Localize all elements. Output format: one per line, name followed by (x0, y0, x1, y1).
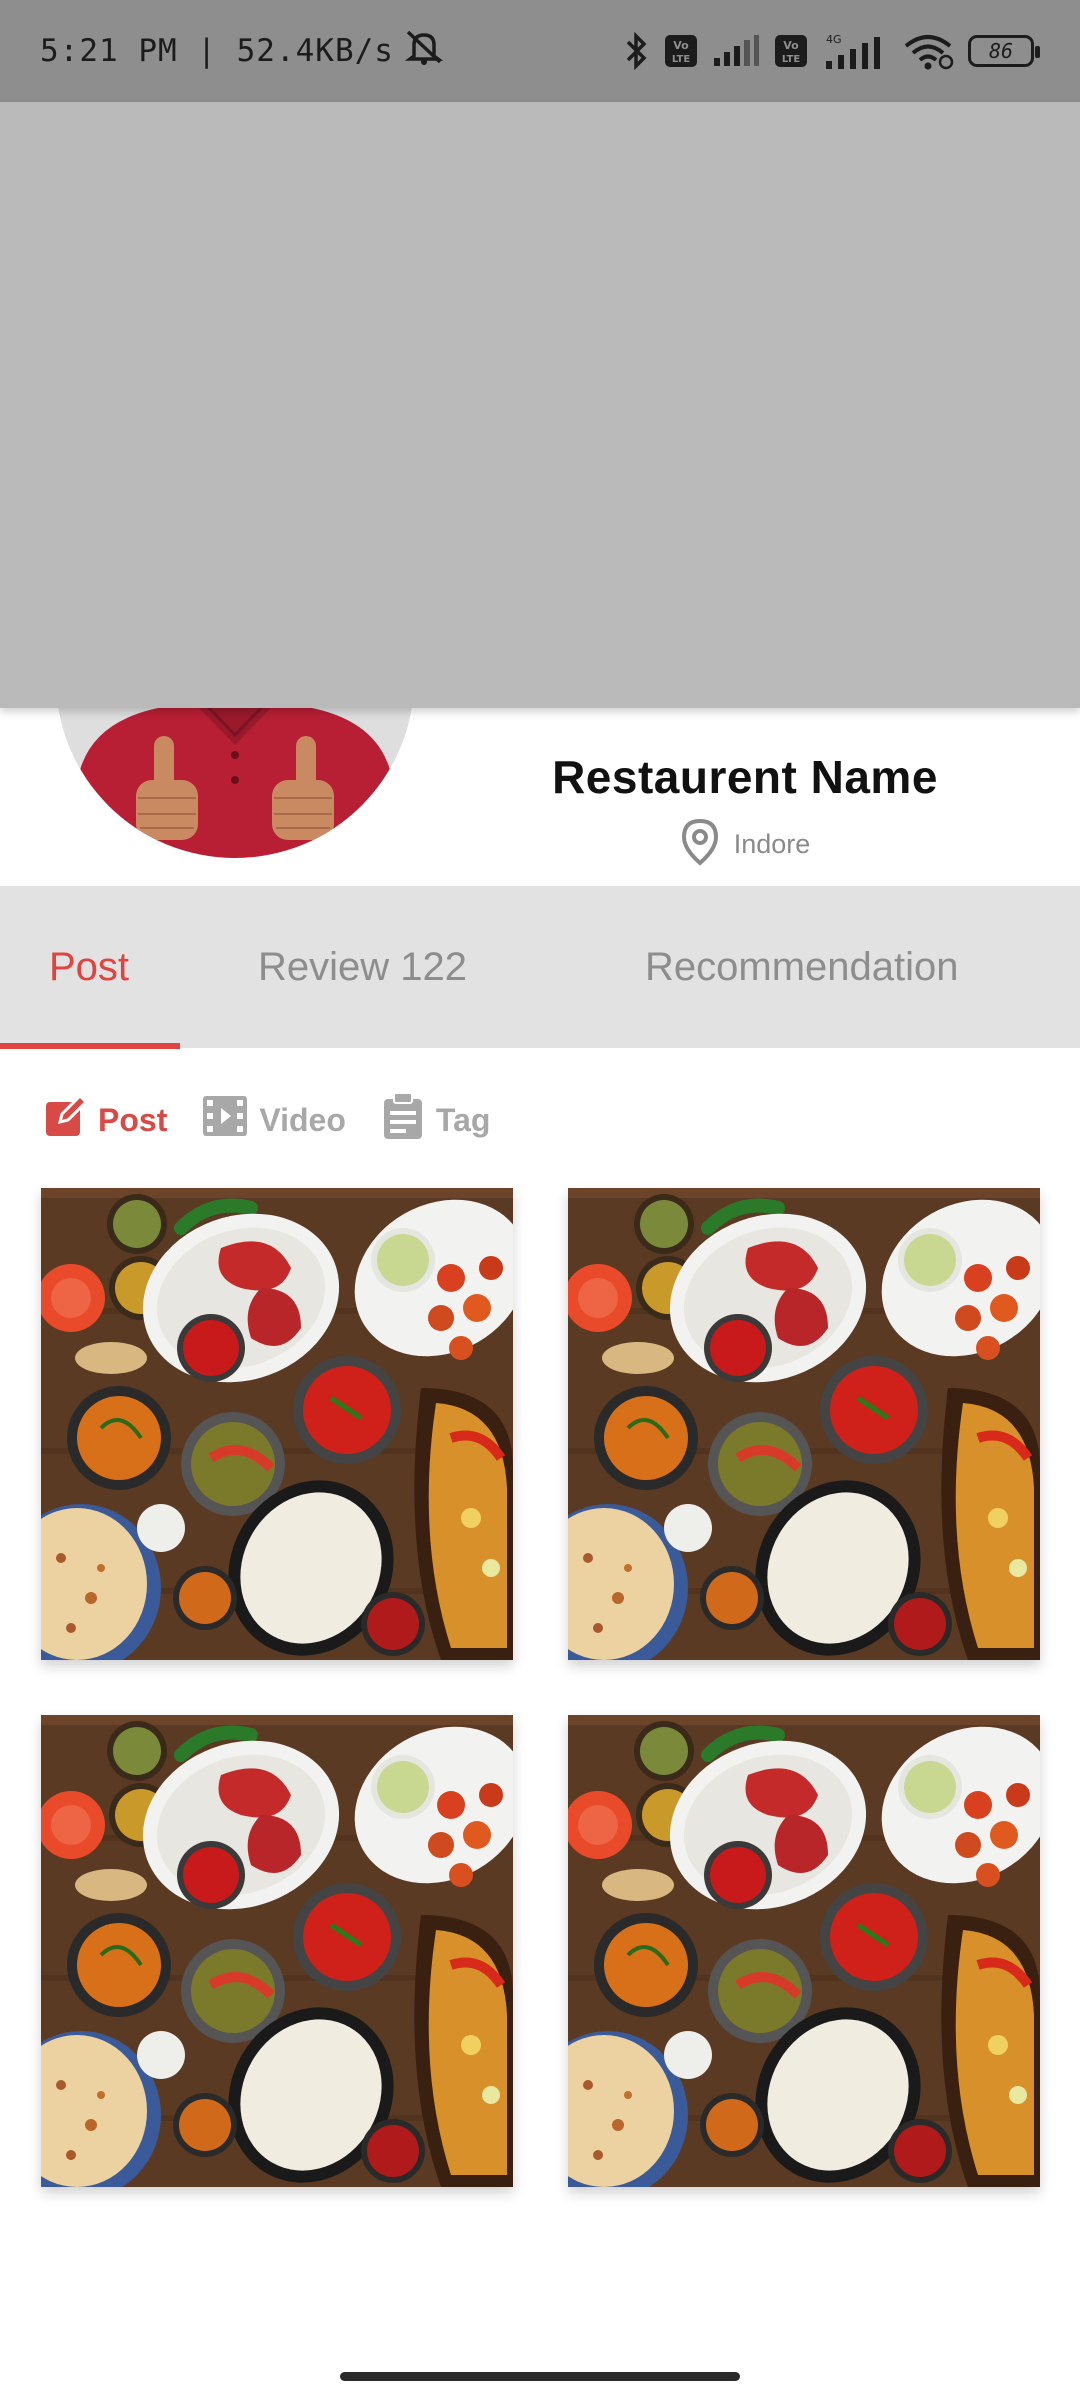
filter-tag-label: Tag (435, 1101, 491, 1138)
signal-4g-icon: 4G (822, 31, 888, 71)
location-row: Indore (500, 818, 990, 871)
post-thumbnail[interactable] (41, 1715, 513, 2187)
mute-icon (404, 28, 444, 74)
post-thumbnail[interactable] (568, 1715, 1040, 2187)
status-right: Vo LTE Vo LTE 4G 86 (622, 31, 1040, 71)
filter-tag[interactable]: Tag (380, 1091, 491, 1149)
filter-video-label: Video (259, 1101, 346, 1138)
svg-text:LTE: LTE (672, 54, 691, 65)
status-time-speed: 5:21 PM | 52.4KB/s (40, 33, 394, 69)
filter-video[interactable]: Video (201, 1094, 346, 1146)
edit-icon (44, 1093, 89, 1146)
status-bar: 5:21 PM | 52.4KB/s Vo LTE Vo LTE 4G 86 (0, 0, 1080, 102)
tab-post[interactable]: Post (49, 886, 129, 1048)
restaurant-name: Restaurent Name (552, 751, 938, 803)
tab-indicator (0, 1043, 180, 1049)
volte-icon-2: Vo LTE (774, 34, 808, 68)
cover-photo[interactable] (0, 102, 1080, 708)
status-left: 5:21 PM | 52.4KB/s (40, 28, 444, 74)
wifi-icon (902, 32, 954, 70)
note-icon (380, 1091, 426, 1149)
location-pin-icon (680, 818, 720, 871)
svg-text:Vo: Vo (673, 39, 689, 52)
post-thumbnail[interactable] (568, 1188, 1040, 1660)
battery-level: 86 (988, 39, 1014, 63)
tab-recommendation[interactable]: Recommendation (645, 886, 959, 1048)
film-icon (201, 1094, 249, 1146)
svg-text:Vo: Vo (783, 39, 799, 52)
volte-icon: Vo LTE (664, 34, 698, 68)
profile-info: Restaurent Name Indore (500, 750, 990, 871)
filter-post-label: Post (98, 1101, 168, 1138)
signal-icon (712, 34, 760, 68)
tab-review[interactable]: Review 122 (258, 886, 467, 1048)
location-text: Indore (733, 829, 811, 859)
screen: 5:21 PM | 52.4KB/s Vo LTE Vo LTE 4G 86 R… (0, 0, 1080, 2400)
bluetooth-icon (622, 32, 650, 70)
content-filters: Post Video Tag (44, 1090, 490, 1150)
filter-post[interactable]: Post (44, 1093, 168, 1146)
home-indicator[interactable] (340, 2372, 740, 2381)
profile-tabs: Post Review 122 Recommendation (0, 886, 1080, 1048)
svg-text:LTE: LTE (782, 54, 801, 65)
svg-text:4G: 4G (826, 33, 842, 46)
battery-icon: 86 (968, 35, 1040, 67)
post-thumbnail[interactable] (41, 1188, 513, 1660)
